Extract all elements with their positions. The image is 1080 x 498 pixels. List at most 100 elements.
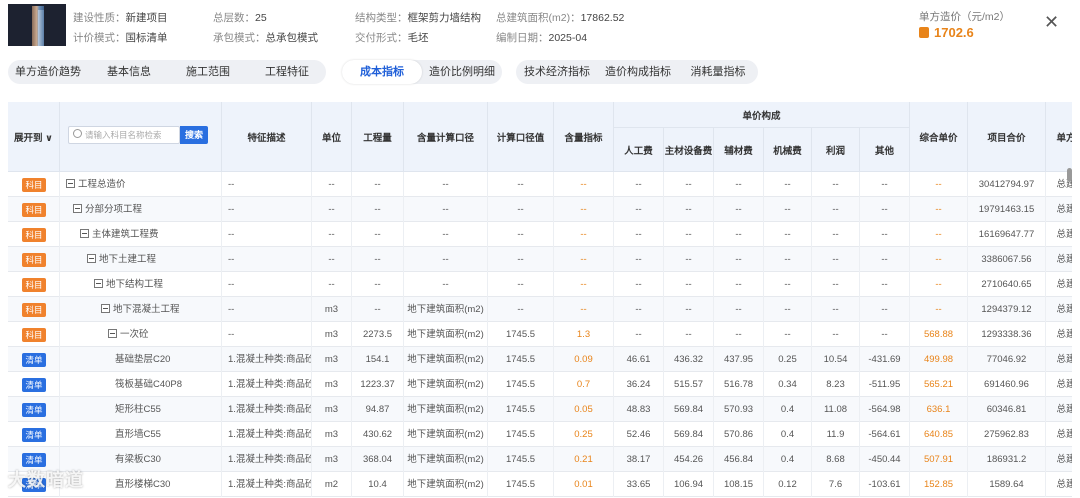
row-name-cell: 筏板基础C40P8: [60, 372, 222, 397]
cell-ci: --: [554, 172, 614, 197]
row-name: 地下土建工程: [99, 254, 157, 265]
meta-value: 国标清单: [125, 32, 168, 44]
cell-unit: m3: [312, 422, 352, 447]
cell-unit: m2: [312, 472, 352, 497]
collapse-toggle-icon[interactable]: [101, 304, 110, 313]
cell-main: 515.57: [664, 372, 714, 397]
table-row[interactable]: 清单 直形墙C55 1.混凝土种类:商品砼...m3430.62地下建筑面积(m2)…: [8, 422, 1072, 447]
cell-tail: 总建: [1056, 454, 1072, 465]
table-row[interactable]: 清单 有梁板C30 1.混凝土种类:商品砼...m3368.04地下建筑面积(m2)…: [8, 447, 1072, 472]
cell-mach: 0.25: [764, 347, 812, 372]
table-row[interactable]: 科目 工程总造价 -- -- -- -- -- -- -- -- -- -- -- -- -- 3041279…: [8, 172, 1072, 197]
cell-cv: 1745.5: [488, 347, 554, 372]
cost-index-table: 展开到 ∨ 请输入科目名称检索 搜索 特征描述 单位 工程量 含量计算口径 计算…: [8, 102, 1072, 498]
col-main-material: 主材设备费: [664, 128, 714, 172]
collapse-toggle-icon[interactable]: [108, 329, 117, 338]
unit-price-label: 单方造价（元/m2）: [919, 11, 1011, 23]
cell-amount: 3386067.56: [968, 247, 1046, 272]
row-name: 一次砼: [120, 329, 149, 340]
tab-unit-cost-trend[interactable]: 单方造价趋势: [8, 60, 88, 84]
table-row[interactable]: 清单 基础垫层C20 1.混凝土种类:商品砼...m3154.1地下建筑面积(m2)…: [8, 347, 1072, 372]
meta-label: 建设性质：: [73, 12, 126, 24]
cell-other: -103.61: [860, 472, 910, 497]
cell-total: --: [910, 172, 968, 197]
tab-cost-composition-index[interactable]: 造价构成指标: [598, 60, 678, 84]
search-input[interactable]: 请输入科目名称检索: [68, 126, 180, 144]
row-name: 筏板基础C40P8: [115, 379, 183, 390]
collapse-toggle-icon[interactable]: [73, 204, 82, 213]
collapse-toggle-icon[interactable]: [66, 179, 75, 188]
row-badge-cell: 科目: [8, 172, 60, 197]
cell-cv: --: [488, 172, 554, 197]
cell-amount: 275962.83: [968, 422, 1046, 447]
tab-consumption-index[interactable]: 消耗量指标: [678, 60, 758, 84]
table-row[interactable]: 科目 地下土建工程 -- -- -- -- -- -- -- -- -- -- -- -- -- 338606…: [8, 247, 1072, 272]
row-name: 直形楼梯C30: [115, 479, 171, 490]
row-name: 分部分项工程: [85, 204, 143, 215]
cell-total: --: [910, 272, 968, 297]
meta-floors: 总层数：25: [213, 10, 267, 25]
close-icon[interactable]: ✕: [1044, 12, 1059, 33]
collapse-toggle-icon[interactable]: [80, 229, 89, 238]
cell-aux: --: [714, 247, 764, 272]
bill-badge: 清单: [22, 428, 46, 442]
cell-main: 569.84: [664, 397, 714, 422]
row-name: 直形墙C55: [115, 429, 161, 440]
bill-badge: 清单: [22, 353, 46, 367]
meta-value: 17862.52: [580, 12, 625, 24]
cell-amount: 30412794.97: [968, 172, 1046, 197]
cell-tail: 总建: [1056, 254, 1072, 265]
table-row[interactable]: 科目 地下结构工程 -- -- -- -- -- -- -- -- -- -- -- -- -- 271064…: [8, 272, 1072, 297]
cell-qty: 2273.5: [352, 322, 404, 347]
row-name-cell: 矩形柱C55: [60, 397, 222, 422]
table-row[interactable]: 科目 一次砼 -- m3 2273.5 地下建筑面积(m2) 1745.5 1.3 -- -- --…: [8, 322, 1072, 347]
row-name-cell: 工程总造价: [60, 172, 222, 197]
cell-basis: --: [404, 247, 488, 272]
cell-mach: 0.4: [764, 422, 812, 447]
cell-labor: 38.17: [614, 447, 664, 472]
cell-mach: --: [764, 247, 812, 272]
tab-bar: 单方造价趋势 基本信息 施工范围 工程特征 成本指标 造价比例明细 技术经济指标…: [0, 56, 1080, 88]
tab-tech-econ-index[interactable]: 技术经济指标: [516, 60, 598, 84]
expand-to-dropdown[interactable]: 展开到 ∨: [14, 130, 53, 144]
cell-labor: --: [614, 222, 664, 247]
cell-mach: --: [764, 197, 812, 222]
tab-cost-index[interactable]: 成本指标: [342, 60, 422, 84]
table-row[interactable]: 清单 筏板基础C40P8 1.混凝土种类:商品砼...m31223.37地下建筑面积…: [8, 372, 1072, 397]
subject-badge: 科目: [22, 278, 46, 292]
table-row[interactable]: 科目 分部分项工程 -- -- -- -- -- -- -- -- -- -- -- -- -- 197914…: [8, 197, 1072, 222]
cell-mach: 0.34: [764, 372, 812, 397]
cell-basis: 地下建筑面积(m2): [404, 447, 488, 472]
cell-amount: 1293338.36: [968, 322, 1046, 347]
row-name-cell: 地下结构工程: [60, 272, 222, 297]
col-feature: 特征描述: [222, 102, 312, 172]
cell-qty: 154.1: [352, 347, 404, 372]
cell-labor: --: [614, 172, 664, 197]
cell-amount: 2710640.65: [968, 272, 1046, 297]
row-badge-cell: 科目: [8, 322, 60, 347]
collapse-toggle-icon[interactable]: [87, 254, 96, 263]
vertical-scrollbar[interactable]: [1067, 168, 1072, 182]
cell-tail: 总建: [1056, 279, 1072, 290]
cell-profit: --: [812, 172, 860, 197]
meta-construction-type: 建设性质：新建项目: [73, 10, 168, 25]
table-row[interactable]: 科目 主体建筑工程费 -- -- -- -- -- -- -- -- -- -- -- -- -- 16169…: [8, 222, 1072, 247]
table-row[interactable]: 科目 地下混凝土工程 -- m3 -- 地下建筑面积(m2) -- -- -- -- -- -- -- -…: [8, 297, 1072, 322]
col-unit-cost: 单方: [1046, 102, 1072, 172]
tab-basic-info[interactable]: 基本信息: [90, 60, 168, 84]
table-row[interactable]: 清单直形楼梯C301.混凝土种类:商品砼...m210.4地下建筑面积(m2)1…: [8, 472, 1072, 497]
search-button[interactable]: 搜索: [180, 126, 208, 144]
collapse-toggle-icon[interactable]: [94, 279, 103, 288]
meta-pricing-mode: 计价模式：国标清单: [73, 30, 168, 45]
tab-cost-ratio-detail[interactable]: 造价比例明细: [422, 60, 502, 84]
tab-construction-scope[interactable]: 施工范围: [168, 60, 248, 84]
cell-profit: --: [812, 322, 860, 347]
tab-project-features[interactable]: 工程特征: [248, 60, 326, 84]
cell-qty: 430.62: [352, 422, 404, 447]
cell-other: --: [860, 172, 910, 197]
table-row[interactable]: 清单矩形柱C551.混凝土种类:商品砼...m394.87地下建筑面积(m2)1…: [8, 397, 1072, 422]
cell-feature: 1.混凝土种类:商品砼...: [222, 422, 312, 447]
cell-feature: --: [222, 247, 312, 272]
cell-amount: 1294379.12: [968, 297, 1046, 322]
cell-main: 106.94: [664, 472, 714, 497]
